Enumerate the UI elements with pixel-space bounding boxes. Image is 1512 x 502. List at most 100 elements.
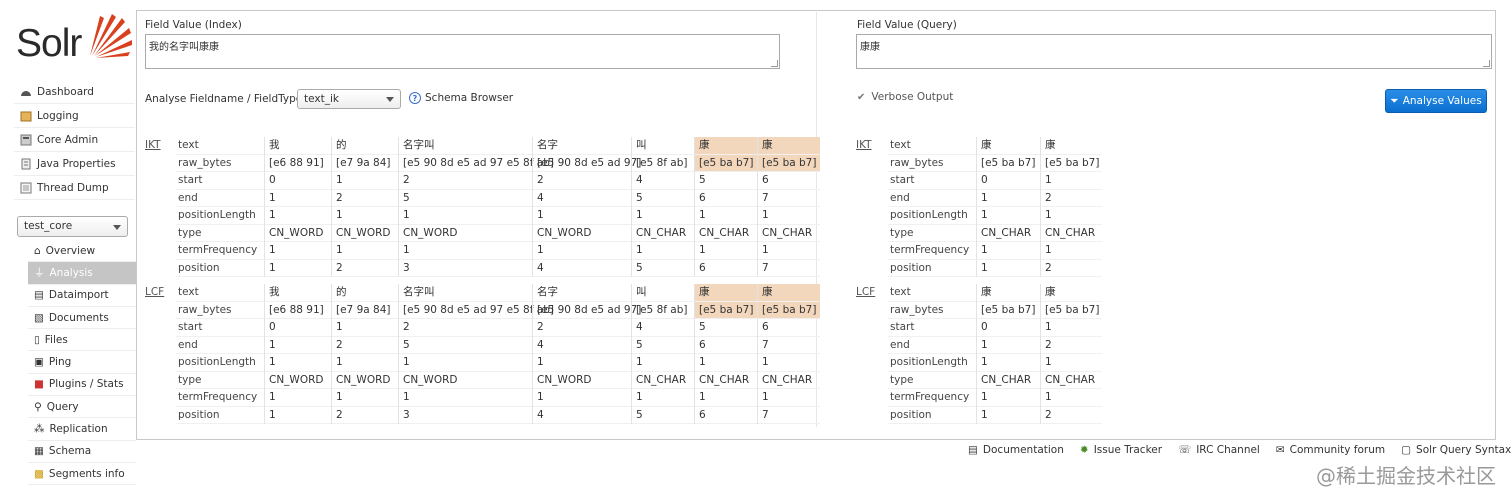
footer-documentation-link[interactable]: ▤ Documentation [968, 444, 1064, 456]
token-raw_bytes: [e5 ba b7] [1041, 302, 1102, 319]
token-column: 名字 [e5 90 8d e5 ad 97] 2 4 1 CN_WORD 1 4 [532, 137, 641, 277]
footer-irc-link[interactable]: ☏ IRC Channel [1178, 444, 1260, 456]
core-nav-query[interactable]: ⚲ Query [28, 396, 136, 419]
token-type: CN_CHAR [1041, 372, 1102, 389]
token-position: 1 [977, 260, 1040, 277]
core-nav-documents[interactable]: ▧ Documents [28, 307, 136, 330]
token-type: CN_WORD [533, 372, 631, 389]
token-position: 5 [632, 260, 694, 277]
fieldtype-select[interactable]: text_ik [297, 89, 401, 109]
core-selector[interactable]: test_core [17, 216, 128, 237]
nav-core-admin[interactable]: Core Admin [14, 128, 135, 152]
core-nav-ping[interactable]: ▣ Ping [28, 351, 136, 374]
files-icon: ▯ [34, 333, 40, 346]
token-text: 康 [758, 137, 820, 155]
ping-icon: ▣ [34, 356, 44, 369]
core-nav-plugins[interactable]: ■ Plugins / Stats [28, 374, 136, 397]
footer-label: Issue Tracker [1093, 444, 1163, 456]
token-text: 叫 [632, 284, 694, 302]
token-text: 叫 [632, 137, 694, 155]
attribute-name: start [176, 319, 264, 337]
core-nav-segments[interactable]: ▩ Segments info [28, 463, 136, 486]
token-type: CN_CHAR [977, 225, 1040, 242]
token-position: 1 [265, 260, 331, 277]
core-nav-schema[interactable]: ▦ Schema [28, 441, 136, 463]
query-block-label[interactable]: IKT [856, 139, 872, 151]
token-position: 3 [399, 407, 532, 424]
index-block-label[interactable]: IKT [145, 139, 161, 151]
watermark: @稀土掘金技术社区 [1316, 464, 1496, 488]
nav-thread-dump[interactable]: Thread Dump [14, 176, 135, 200]
irc-icon: ☏ [1178, 444, 1192, 456]
token-termFrequency: 1 [758, 389, 820, 407]
token-column: 康 [e5 ba b7] 5 6 1 CN_CHAR 1 6 [694, 284, 757, 424]
token-text: 名字叫 [399, 137, 532, 155]
index-block-label[interactable]: LCF [145, 286, 164, 298]
token-end: 2 [1041, 337, 1102, 354]
core-nav-dataimport[interactable]: ▤ Dataimport [28, 285, 136, 307]
token-start: 0 [977, 172, 1040, 190]
token-raw_bytes: [e5 90 8d e5 ad 97] [533, 302, 641, 319]
token-type: CN_WORD [399, 225, 532, 242]
token-raw_bytes: [e7 9a 84] [332, 302, 398, 319]
token-positionLength: 1 [399, 354, 532, 372]
nav-label: Dashboard [37, 85, 94, 98]
core-nav-overview[interactable]: ⌂ Overview [28, 240, 136, 263]
token-end: 1 [265, 337, 331, 354]
token-positionLength: 1 [533, 354, 631, 372]
token-text: 的 [332, 284, 398, 302]
token-raw_bytes: [e5 8f ab] [632, 302, 694, 319]
footer-issue-tracker-link[interactable]: ✹ Issue Tracker [1080, 444, 1162, 456]
nav-java-properties[interactable]: Java Properties [14, 152, 135, 176]
token-termFrequency: 1 [632, 242, 694, 260]
index-value-input[interactable]: 我的名字叫康康 [145, 34, 780, 69]
plugins-icon: ■ [34, 378, 44, 391]
query-block-label[interactable]: LCF [856, 286, 875, 298]
attribute-name: start [888, 172, 976, 190]
nav-dashboard[interactable]: Dashboard [14, 80, 135, 104]
fieldtype-label: Analyse Fieldname / FieldType: [145, 93, 306, 105]
token-raw_bytes: [e7 9a 84] [332, 155, 398, 172]
footer-query-syntax-link[interactable]: ▢ Solr Query Syntax [1401, 444, 1511, 456]
schema-browser-link[interactable]: ? Schema Browser [409, 92, 513, 104]
solr-logo[interactable]: Solr [14, 8, 132, 66]
core-nav-label: Dataimport [48, 289, 109, 302]
token-column: 康 [e5 ba b7] 0 1 1 CN_CHAR 1 1 [976, 137, 1040, 277]
core-nav-replication[interactable]: ⁂ Replication [28, 418, 136, 441]
core-nav-files[interactable]: ▯ Files [28, 329, 136, 352]
query-value-input[interactable]: 康康 [856, 34, 1492, 69]
footer-community-link[interactable]: ✉ Community forum [1276, 444, 1385, 456]
token-positionLength: 1 [1041, 354, 1102, 372]
bug-icon: ✹ [1079, 444, 1089, 456]
token-text: 康 [977, 137, 1040, 155]
schema-browser-label: Schema Browser [425, 92, 514, 104]
token-raw_bytes: [e5 90 8d e5 ad 97 e5 8f ab] [399, 155, 554, 172]
verbose-output-toggle[interactable]: ✔ Verbose Output [857, 91, 953, 103]
nav-label: Thread Dump [37, 181, 109, 194]
token-positionLength: 1 [533, 207, 631, 225]
attribute-name: termFrequency [176, 389, 264, 407]
nav-label: Java Properties [37, 157, 116, 170]
token-text: 的 [332, 137, 398, 155]
nav-logging[interactable]: Logging [14, 104, 135, 128]
token-termFrequency: 1 [332, 389, 398, 407]
core-nav-analysis[interactable]: ⏚ Analysis [28, 262, 136, 285]
token-text: 名字 [533, 284, 631, 302]
token-end: 1 [265, 190, 331, 207]
attribute-name: end [176, 337, 264, 354]
token-start: 5 [695, 172, 757, 190]
token-position: 1 [977, 407, 1040, 424]
token-end: 7 [758, 190, 820, 207]
token-text: 康 [977, 284, 1040, 302]
token-positionLength: 1 [265, 354, 331, 372]
token-column: 康 [e5 ba b7] 1 2 1 CN_CHAR 1 2 [1040, 284, 1102, 424]
token-position: 5 [632, 407, 694, 424]
analyse-values-button[interactable]: ⏷ Analyse Values [1385, 89, 1487, 113]
attribute-name: type [888, 225, 976, 242]
footer-label: Solr Query Syntax [1416, 444, 1512, 456]
token-column: 我 [e6 88 91] 0 1 1 CN_WORD 1 1 [264, 137, 331, 277]
token-start: 1 [332, 319, 398, 337]
nav-label: Logging [37, 109, 79, 122]
token-termFrequency: 1 [695, 242, 757, 260]
logging-icon [20, 110, 32, 122]
